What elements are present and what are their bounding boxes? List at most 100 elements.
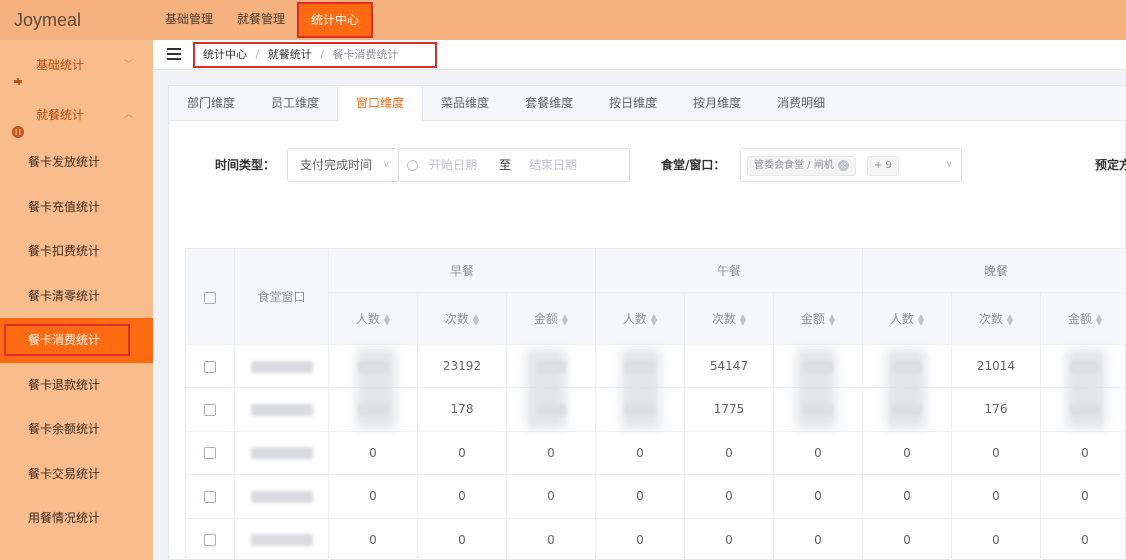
tab-department[interactable]: 部门维度 <box>169 86 253 121</box>
row-checkbox[interactable] <box>204 403 216 416</box>
row-select-cell <box>186 518 235 560</box>
privacy-blur <box>886 349 926 429</box>
time-type-select[interactable]: 支付完成时间 ∨ <box>287 148 399 182</box>
sort-icon[interactable]: ▲ ▼ <box>1007 312 1013 326</box>
table-cell: 0 <box>418 518 507 560</box>
table-cell: 0 <box>596 518 685 560</box>
breadcrumb-current: 餐卡消费统计 <box>332 48 399 61</box>
sidebar-group-meal-stats[interactable]: 就餐统计 ︿ <box>0 90 153 140</box>
header-lunch: 午餐 <box>596 249 863 293</box>
redacted-text <box>250 490 313 503</box>
header-sortable-0[interactable]: 人数 ▲ ▼ <box>596 293 685 345</box>
column-label: 次数 <box>978 312 1003 326</box>
tab-employee[interactable]: 员工维度 <box>253 86 337 121</box>
canteen-tag-label: 管委会食堂 / 闸机 <box>754 160 834 171</box>
column-label: 人数 <box>622 312 647 326</box>
table-cell: 0 <box>1041 519 1126 560</box>
chevron-down-icon: ∨ <box>945 159 953 170</box>
table-cell: 23192 <box>418 345 507 389</box>
main-content: 部门维度 员工维度 窗口维度 菜品维度 套餐维度 按日维度 按月维度 消费明细 … <box>153 70 1126 560</box>
sidebar-item-card-refund[interactable]: 餐卡退款统计 <box>0 363 153 408</box>
chevron-down-icon: ﹀ <box>123 60 133 70</box>
header-sortable-2[interactable]: 金额 ▲ ▼ <box>1041 293 1126 345</box>
row-checkbox[interactable] <box>204 490 216 503</box>
sort-icon[interactable]: ▲ ▼ <box>740 312 746 326</box>
header-sortable-1[interactable]: 次数 ▲ ▼ <box>418 293 507 345</box>
sidebar-item-meal-status[interactable]: 用餐情况统计 <box>0 496 153 541</box>
table-cell: 0 <box>685 431 774 476</box>
breadcrumb-separator: / <box>320 48 324 61</box>
column-label: 金额 <box>800 312 825 326</box>
header-sortable-1[interactable]: 次数 ▲ ▼ <box>952 293 1041 345</box>
close-icon[interactable]: × <box>837 160 849 171</box>
table-cell: 0 <box>774 431 863 476</box>
canteen-window-select[interactable]: 管委会食堂 / 闸机 × + 9 ∨ <box>740 148 962 182</box>
sort-icon[interactable]: ▲ ▼ <box>473 312 479 326</box>
breadcrumb-item[interactable]: 统计中心 <box>203 48 247 61</box>
row-checkbox[interactable] <box>204 447 216 460</box>
topnav-basic-management[interactable]: 基础管理 <box>153 0 225 40</box>
privacy-blur <box>621 349 661 429</box>
column-label: 金额 <box>1067 312 1092 326</box>
sidebar-group-basic-stats[interactable]: 基础统计 ﹀ <box>0 40 153 90</box>
sidebar-group-label: 就餐统计 <box>36 108 85 122</box>
breadcrumb-item[interactable]: 就餐统计 <box>268 48 312 61</box>
date-start-input[interactable]: 开始日期 <box>429 149 477 181</box>
privacy-blur <box>356 349 396 429</box>
row-checkbox[interactable] <box>204 534 216 547</box>
tab-dish[interactable]: 菜品维度 <box>423 86 507 121</box>
sidebar-item-card-transaction[interactable]: 餐卡交易统计 <box>0 452 153 497</box>
topnav-meal-management[interactable]: 就餐管理 <box>225 0 297 40</box>
sort-icon[interactable]: ▲ ▼ <box>562 312 568 326</box>
header-sortable-2[interactable]: 金额 ▲ ▼ <box>774 293 863 345</box>
sidebar-item-card-clear[interactable]: 餐卡清零统计 <box>0 274 153 319</box>
sidebar-item-card-recharge[interactable]: 餐卡充值统计 <box>0 185 153 230</box>
sort-icon[interactable]: ▲ ▼ <box>651 312 657 326</box>
row-checkbox[interactable] <box>204 360 216 373</box>
canteen-name-cell <box>235 345 329 389</box>
canteen-name-cell <box>235 388 329 432</box>
date-end-input[interactable]: 结束日期 <box>529 149 577 181</box>
table-cell: 54147 <box>685 345 774 389</box>
header-breakfast: 早餐 <box>329 249 596 293</box>
sort-icon[interactable]: ▲ ▼ <box>829 312 835 326</box>
header-canteen-window: 食堂窗口 <box>235 249 329 345</box>
header-sortable-2[interactable]: 金额 ▲ ▼ <box>507 293 596 345</box>
topnav-statistics-center[interactable]: 统计中心 <box>297 2 374 38</box>
redacted-text <box>250 360 313 373</box>
table-cell: 0 <box>329 475 418 519</box>
table-cell: 178 <box>418 388 507 432</box>
table-cell: 0 <box>418 431 507 476</box>
sidebar-item-card-balance[interactable]: 餐卡余额统计 <box>0 407 153 452</box>
sort-icon[interactable]: ▲ ▼ <box>384 312 390 326</box>
tab-set-meal[interactable]: 套餐维度 <box>507 86 591 121</box>
breadcrumb: 统计中心 / 就餐统计 / 餐卡消费统计 <box>193 42 437 68</box>
sort-icon[interactable]: ▲ ▼ <box>1096 312 1102 326</box>
redacted-text <box>250 447 313 460</box>
table-cell: 0 <box>685 475 774 519</box>
menu-fold-icon[interactable] <box>167 48 181 60</box>
column-label: 人数 <box>889 312 914 326</box>
header-sortable-0[interactable]: 人数 ▲ ▼ <box>863 293 952 345</box>
canteen-name-cell <box>235 518 329 560</box>
tab-by-day[interactable]: 按日维度 <box>591 86 675 121</box>
top-bar: Joymeal 基础管理 就餐管理 统计中心 <box>0 0 1126 40</box>
column-label: 金额 <box>533 312 558 326</box>
sidebar-item-card-consumption[interactable]: 餐卡消费统计 <box>0 318 153 363</box>
header-sortable-1[interactable]: 次数 ▲ ▼ <box>685 293 774 345</box>
breadcrumb-separator: / <box>255 48 260 61</box>
table-cell: 0 <box>507 475 596 519</box>
tab-window[interactable]: 窗口维度 <box>337 86 424 122</box>
select-all-checkbox[interactable] <box>204 291 216 304</box>
sidebar-item-card-deduction[interactable]: 餐卡扣费统计 <box>0 229 153 274</box>
header-sortable-0[interactable]: 人数 ▲ ▼ <box>329 293 418 345</box>
sidebar: 基础统计 ﹀ 就餐统计 ︿ 餐卡发放统计 餐卡充值统计 餐卡扣费统计 餐卡清零统… <box>0 40 153 560</box>
table-cell: 0 <box>507 518 596 560</box>
table-cell: 1775 <box>685 388 774 432</box>
column-label: 次数 <box>711 312 736 326</box>
tab-consumption-detail[interactable]: 消费明细 <box>759 86 843 121</box>
date-range-picker[interactable]: 开始日期 至 结束日期 <box>398 148 630 182</box>
sidebar-item-card-issue[interactable]: 餐卡发放统计 <box>0 140 153 185</box>
tab-by-month[interactable]: 按月维度 <box>675 86 759 121</box>
sort-icon[interactable]: ▲ ▼ <box>918 312 924 326</box>
